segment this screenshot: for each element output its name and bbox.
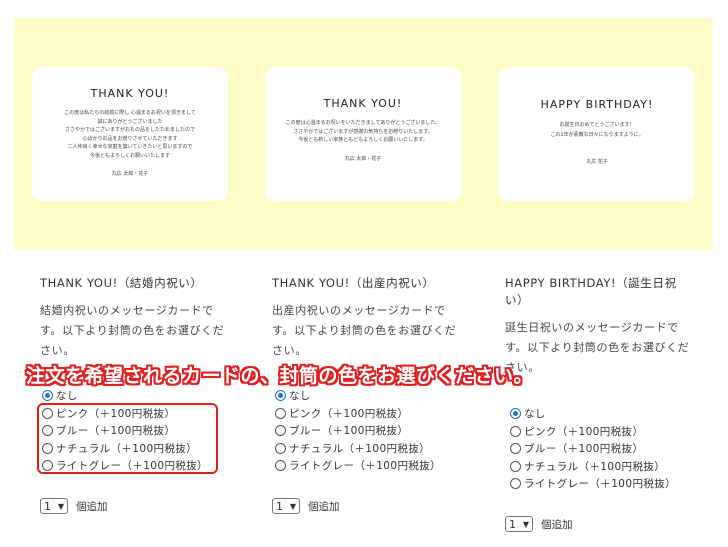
chevron-down-icon: ▼: [522, 519, 529, 529]
option-pink[interactable]: ピンク（＋100円税抜）: [275, 405, 441, 423]
product-wedding: THANK YOU!（結婚内祝い） 結婚内祝いのメッセージカードです。以下より封…: [40, 275, 230, 361]
radio-selected[interactable]: [510, 408, 521, 420]
quantity-select[interactable]: 1 ▼: [272, 498, 300, 514]
option-natural[interactable]: ナチュラル（＋100円税抜）: [510, 458, 676, 476]
quantity-value: 1: [44, 499, 51, 513]
card-preview-birthday: HAPPY BIRTHDAY! お誕生日おめでとうございます！ この1年が素敵な…: [499, 67, 695, 201]
radio-selected[interactable]: [42, 390, 53, 402]
chevron-down-icon: ▼: [289, 501, 296, 511]
card-message-line: この1年が素敵な日々になりますように。: [550, 132, 644, 138]
option-label: ピンク（＋100円税抜）: [524, 425, 644, 438]
card-message-line: 今後ともよろしくお願いいたします: [89, 152, 170, 159]
card-message-line: この度は私たちの結婚に際し 心温まるお祝いを頂きまして: [64, 110, 196, 116]
radio-selected[interactable]: [275, 390, 286, 402]
card-signature: 丸広 太郎・花子: [111, 171, 149, 177]
option-none[interactable]: なし: [275, 387, 441, 405]
option-label: なし: [289, 390, 311, 403]
option-label: ナチュラル（＋100円税抜）: [289, 442, 431, 455]
option-label: ライトグレー（＋100円税抜）: [289, 460, 442, 473]
quantity-select[interactable]: 1 ▼: [505, 516, 533, 532]
radio[interactable]: [510, 425, 521, 437]
product-description: 結婚内祝いのメッセージカードです。以下より封筒の色をお選びください。: [40, 304, 225, 357]
card-signature: 丸広 太郎・花子: [344, 155, 382, 162]
card-message-line: この度は心温まるお祝いをいただきましてありがとうございました。: [285, 120, 441, 126]
card-message-line: ささやかではございますがお礼の品をしたためましたので: [64, 127, 195, 133]
card-signature: 丸広 花子: [586, 159, 608, 165]
radio[interactable]: [510, 478, 521, 490]
card-message-line: 今後とも新しい家族ともどもよろしくお願いいたします。: [298, 137, 428, 143]
quantity-label: 個追加: [541, 518, 573, 531]
quantity-value: 1: [276, 499, 283, 513]
quantity-value: 1: [509, 517, 516, 531]
option-label: ライトグレー（＋100円税抜）: [524, 478, 677, 491]
option-label: ブルー（＋100円税抜）: [524, 443, 644, 456]
option-blue[interactable]: ブルー（＋100円税抜）: [275, 422, 441, 440]
quantity-control: 1 ▼ 個追加: [40, 498, 108, 514]
quantity-control: 1 ▼ 個追加: [505, 516, 573, 532]
envelope-color-options: なし ピンク（＋100円税抜） ブルー（＋100円税抜） ナチュラル（＋100円…: [510, 405, 676, 493]
radio[interactable]: [275, 407, 286, 419]
option-label: なし: [56, 390, 78, 403]
quantity-label: 個追加: [76, 500, 108, 513]
option-blue[interactable]: ブルー（＋100円税抜）: [510, 440, 676, 458]
product-title: THANK YOU!（出産内祝い）: [272, 276, 435, 290]
card-message-line: ささやかではございますが感謝の気持ちをお贈りいたします。: [293, 128, 433, 135]
product-birth: THANK YOU!（出産内祝い） 出産内祝いのメッセージカードです。以下より封…: [272, 275, 462, 361]
option-lightgray[interactable]: ライトグレー（＋100円税抜）: [275, 457, 441, 475]
radio[interactable]: [510, 460, 521, 472]
radio[interactable]: [275, 460, 286, 472]
option-lightgray[interactable]: ライトグレー（＋100円税抜）: [510, 475, 676, 493]
option-label: ピンク（＋100円税抜）: [289, 407, 409, 420]
product-title: THANK YOU!（結婚内祝い）: [40, 276, 203, 290]
quantity-control: 1 ▼ 個追加: [272, 498, 340, 514]
chevron-down-icon: ▼: [57, 501, 64, 511]
card-message-line: 誠にありがとうございました: [97, 118, 163, 125]
card-title: THANK YOU!: [90, 87, 170, 100]
callout-instruction: 注文を希望されるカードの、封筒の色をお選びください。: [26, 365, 534, 387]
radio[interactable]: [275, 425, 286, 437]
radio[interactable]: [510, 443, 521, 455]
highlight-box: [37, 403, 218, 474]
option-none[interactable]: なし: [510, 405, 676, 423]
option-label: ブルー（＋100円税抜）: [289, 425, 409, 438]
card-title: THANK YOU!: [323, 97, 403, 110]
radio[interactable]: [275, 442, 286, 454]
card-message-line: お誕生日おめでとうございます！: [559, 122, 635, 128]
card-message-line: 二人仲良く幸せな家庭を築いていきたいと思いますので: [67, 144, 193, 150]
product-title: HAPPY BIRTHDAY!（誕生日祝い）: [505, 276, 677, 307]
card-message-line: 心ばかりの品をお贈りさせていただきます: [82, 135, 178, 142]
option-natural[interactable]: ナチュラル（＋100円税抜）: [275, 440, 441, 458]
product-description: 出産内祝いのメッセージカードです。以下より封筒の色をお選びください。: [272, 304, 457, 357]
card-title: HAPPY BIRTHDAY!: [540, 98, 654, 111]
card-preview-birth: THANK YOU! この度は心温まるお祝いをいただきましてありがとうございまし…: [265, 67, 461, 201]
envelope-color-options: なし ピンク（＋100円税抜） ブルー（＋100円税抜） ナチュラル（＋100円…: [275, 387, 441, 475]
card-preview-wedding: THANK YOU! この度は私たちの結婚に際し 心温まるお祝いを頂きまして 誠…: [32, 67, 228, 201]
option-none[interactable]: なし: [42, 387, 208, 405]
option-label: ナチュラル（＋100円税抜）: [524, 460, 666, 473]
option-pink[interactable]: ピンク（＋100円税抜）: [510, 423, 676, 441]
quantity-label: 個追加: [308, 500, 340, 513]
quantity-select[interactable]: 1 ▼: [40, 498, 68, 514]
option-label: なし: [524, 408, 546, 421]
